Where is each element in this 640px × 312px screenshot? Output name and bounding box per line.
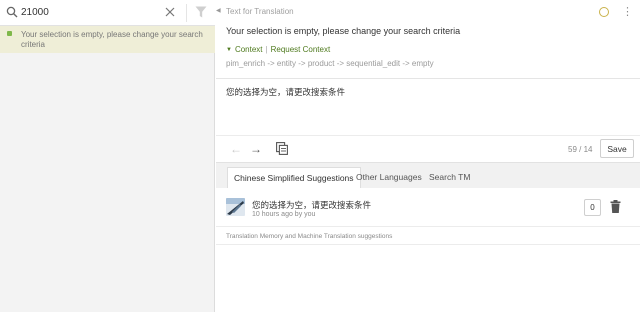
context-toggle-icon[interactable]: ▼ (226, 47, 232, 53)
suggestion-text[interactable]: 您的选择为空，请更改搜索条件 (252, 199, 371, 211)
tab-chinese-simplified-suggestions[interactable]: Chinese Simplified Suggestions (227, 167, 361, 189)
divider (216, 226, 640, 227)
text-for-translation-header: Text for Translation (226, 7, 294, 16)
request-context-link[interactable]: Request Context (271, 45, 331, 54)
trash-icon[interactable] (610, 200, 621, 213)
divider (216, 78, 640, 79)
tm-footer-text: Translation Memory and Machine Translati… (226, 233, 393, 240)
character-counter: 59 / 14 (568, 145, 593, 154)
search-divider (186, 4, 187, 22)
source-text: Your selection is empty, please change y… (226, 26, 461, 36)
save-button[interactable]: Save (600, 139, 634, 158)
tab-search-tm[interactable]: Search TM (423, 167, 476, 189)
translation-input[interactable] (226, 86, 626, 130)
status-indicator (7, 31, 12, 36)
search-bar (0, 0, 215, 26)
divider (216, 244, 640, 245)
collapse-arrow-icon[interactable]: ◀ (216, 6, 222, 16)
filter-icon[interactable] (195, 6, 207, 18)
avatar (226, 198, 245, 216)
vote-count[interactable]: 0 (584, 199, 601, 216)
copy-source-icon[interactable] (276, 142, 288, 155)
search-icon (6, 6, 18, 18)
string-path: pim_enrich -> entity -> product -> seque… (226, 59, 434, 68)
context-row: ▼ Context | Request Context (226, 45, 330, 54)
previous-arrow-icon[interactable]: ← (230, 142, 242, 156)
unit-list-pane: Your selection is empty, please change y… (0, 0, 215, 312)
empty-selection-item[interactable]: Your selection is empty, please change y… (0, 26, 215, 53)
context-separator: | (265, 45, 268, 54)
suggestion-meta: 10 hours ago by you (252, 211, 316, 218)
suggestions-panel: 您的选择为空，请更改搜索条件 10 hours ago by you 0 Tra… (216, 188, 640, 312)
divider (216, 135, 640, 136)
clear-icon[interactable] (165, 7, 175, 17)
search-input[interactable] (21, 4, 161, 21)
context-toggle[interactable]: Context (235, 45, 263, 54)
tab-other-languages[interactable]: Other Languages (350, 167, 428, 189)
editor-pane: ◀ Text for Translation ⋮ Your selection … (216, 0, 640, 312)
more-options-icon[interactable]: ⋮ (620, 5, 634, 19)
status-circle-icon[interactable] (599, 7, 609, 17)
suggestions-tabs: Chinese Simplified Suggestions Other Lan… (216, 162, 640, 189)
next-arrow-icon[interactable]: → (250, 142, 262, 156)
empty-selection-text: Your selection is empty, please change y… (21, 30, 203, 49)
